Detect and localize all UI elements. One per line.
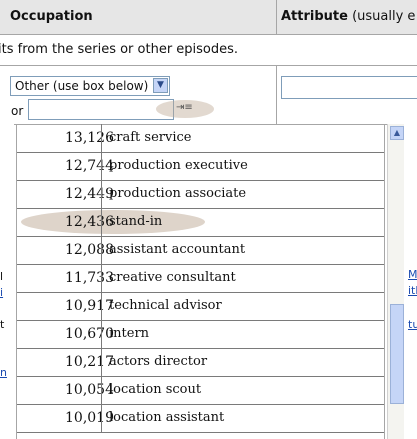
- occupation-name: stand-in: [109, 214, 163, 229]
- occupation-name: creative consultant: [109, 270, 236, 285]
- left-fragment: t: [0, 318, 5, 331]
- cell-divider: [101, 292, 102, 320]
- list-item[interactable]: 12,744 production executive: [17, 152, 384, 181]
- list-item[interactable]: 10,917 technical advisor: [17, 292, 384, 321]
- occurrence-count: 12,088: [65, 242, 114, 258]
- occupation-column-header: Occupation: [10, 9, 93, 24]
- left-fragment[interactable]: i: [0, 286, 3, 299]
- left-edge: l i t n: [0, 124, 14, 439]
- list-item[interactable]: 12,088 assistant accountant: [17, 236, 384, 265]
- scroll-thumb[interactable]: [390, 304, 404, 404]
- occurrence-count: 10,019: [65, 410, 114, 426]
- list-item[interactable]: 12,449 production associate: [17, 180, 384, 209]
- chevron-down-icon[interactable]: ▼: [153, 78, 168, 93]
- other-occupation-input[interactable]: [28, 99, 174, 120]
- occupation-name: craft service: [109, 130, 192, 145]
- autocomplete-hint: ⇥≡: [156, 100, 214, 118]
- list-item[interactable]: 10,054 location scout: [17, 376, 384, 405]
- occurrence-count: 12,744: [65, 158, 114, 174]
- note-row: its from the series or other episodes.: [0, 35, 417, 66]
- list-item[interactable]: 12,436 stand-in: [17, 208, 384, 237]
- cell-divider: [101, 320, 102, 348]
- right-fragment[interactable]: M: [408, 268, 417, 281]
- scroll-up-icon[interactable]: ▲: [390, 126, 404, 140]
- scrollbar[interactable]: ▲: [387, 124, 405, 439]
- cell-divider: [101, 124, 102, 152]
- occupation-select[interactable]: Other (use box below) ▼: [10, 76, 170, 96]
- occurrence-count: 10,054: [65, 382, 114, 398]
- occurrence-count: 13,126: [65, 130, 114, 146]
- occupation-list: 13,126 craft service 12,744 production exec…: [16, 124, 385, 439]
- occurrence-count: 10,917: [65, 298, 114, 314]
- attribute-suffix: (usually e: [347, 9, 416, 24]
- occupation-name: actors director: [109, 354, 208, 369]
- list-item[interactable]: 13,126 craft service: [17, 124, 384, 153]
- cell-divider: [101, 180, 102, 208]
- cell-divider: [101, 348, 102, 376]
- occurrence-count: 11,733: [65, 270, 114, 286]
- left-fragment: l: [0, 270, 4, 283]
- list-item[interactable]: 10,217 actors director: [17, 348, 384, 377]
- occupation-name: assistant accountant: [109, 242, 246, 257]
- list-item[interactable]: 11,733 creative consultant: [17, 264, 384, 293]
- right-edge: M ith tu: [404, 124, 417, 439]
- attribute-column-header: Attribute (usually e: [281, 9, 415, 24]
- column-divider: [276, 66, 277, 124]
- occupation-name: technical advisor: [109, 298, 222, 313]
- column-divider: [276, 0, 277, 34]
- attribute-label: Attribute: [281, 9, 348, 24]
- occurrence-count: 10,670: [65, 326, 114, 342]
- cell-divider: [101, 376, 102, 404]
- cell-divider: [101, 264, 102, 292]
- occupation-name: intern: [109, 326, 150, 341]
- left-fragment[interactable]: n: [0, 366, 7, 379]
- autocomplete-icon: ⇥≡: [176, 102, 193, 113]
- note-text: its from the series or other episodes.: [0, 42, 239, 57]
- occupation-name: production associate: [109, 186, 247, 201]
- select-value: Other (use box below): [15, 79, 149, 93]
- attribute-input[interactable]: [281, 76, 417, 99]
- occupation-name: location scout: [109, 382, 202, 397]
- occurrence-count: 10,217: [65, 354, 114, 370]
- occupation-name: production executive: [109, 158, 248, 173]
- occurrence-count: 12,436: [65, 214, 114, 230]
- table-header: Occupation Attribute (usually e: [0, 0, 417, 35]
- cell-divider: [101, 404, 102, 432]
- occurrence-count: 12,449: [65, 186, 114, 202]
- occupation-name: location assistant: [109, 410, 225, 425]
- cell-divider: [101, 152, 102, 180]
- cell-divider: [101, 236, 102, 264]
- cell-divider: [101, 208, 102, 236]
- right-fragment[interactable]: ith: [408, 284, 417, 297]
- list-item[interactable]: 10,019 location assistant: [17, 404, 384, 433]
- or-label: or: [11, 104, 24, 118]
- form-row: Other (use box below) ▼ or ⇥≡: [0, 66, 417, 125]
- right-fragment[interactable]: tu: [408, 318, 417, 331]
- list-item[interactable]: 10,670 intern: [17, 320, 384, 349]
